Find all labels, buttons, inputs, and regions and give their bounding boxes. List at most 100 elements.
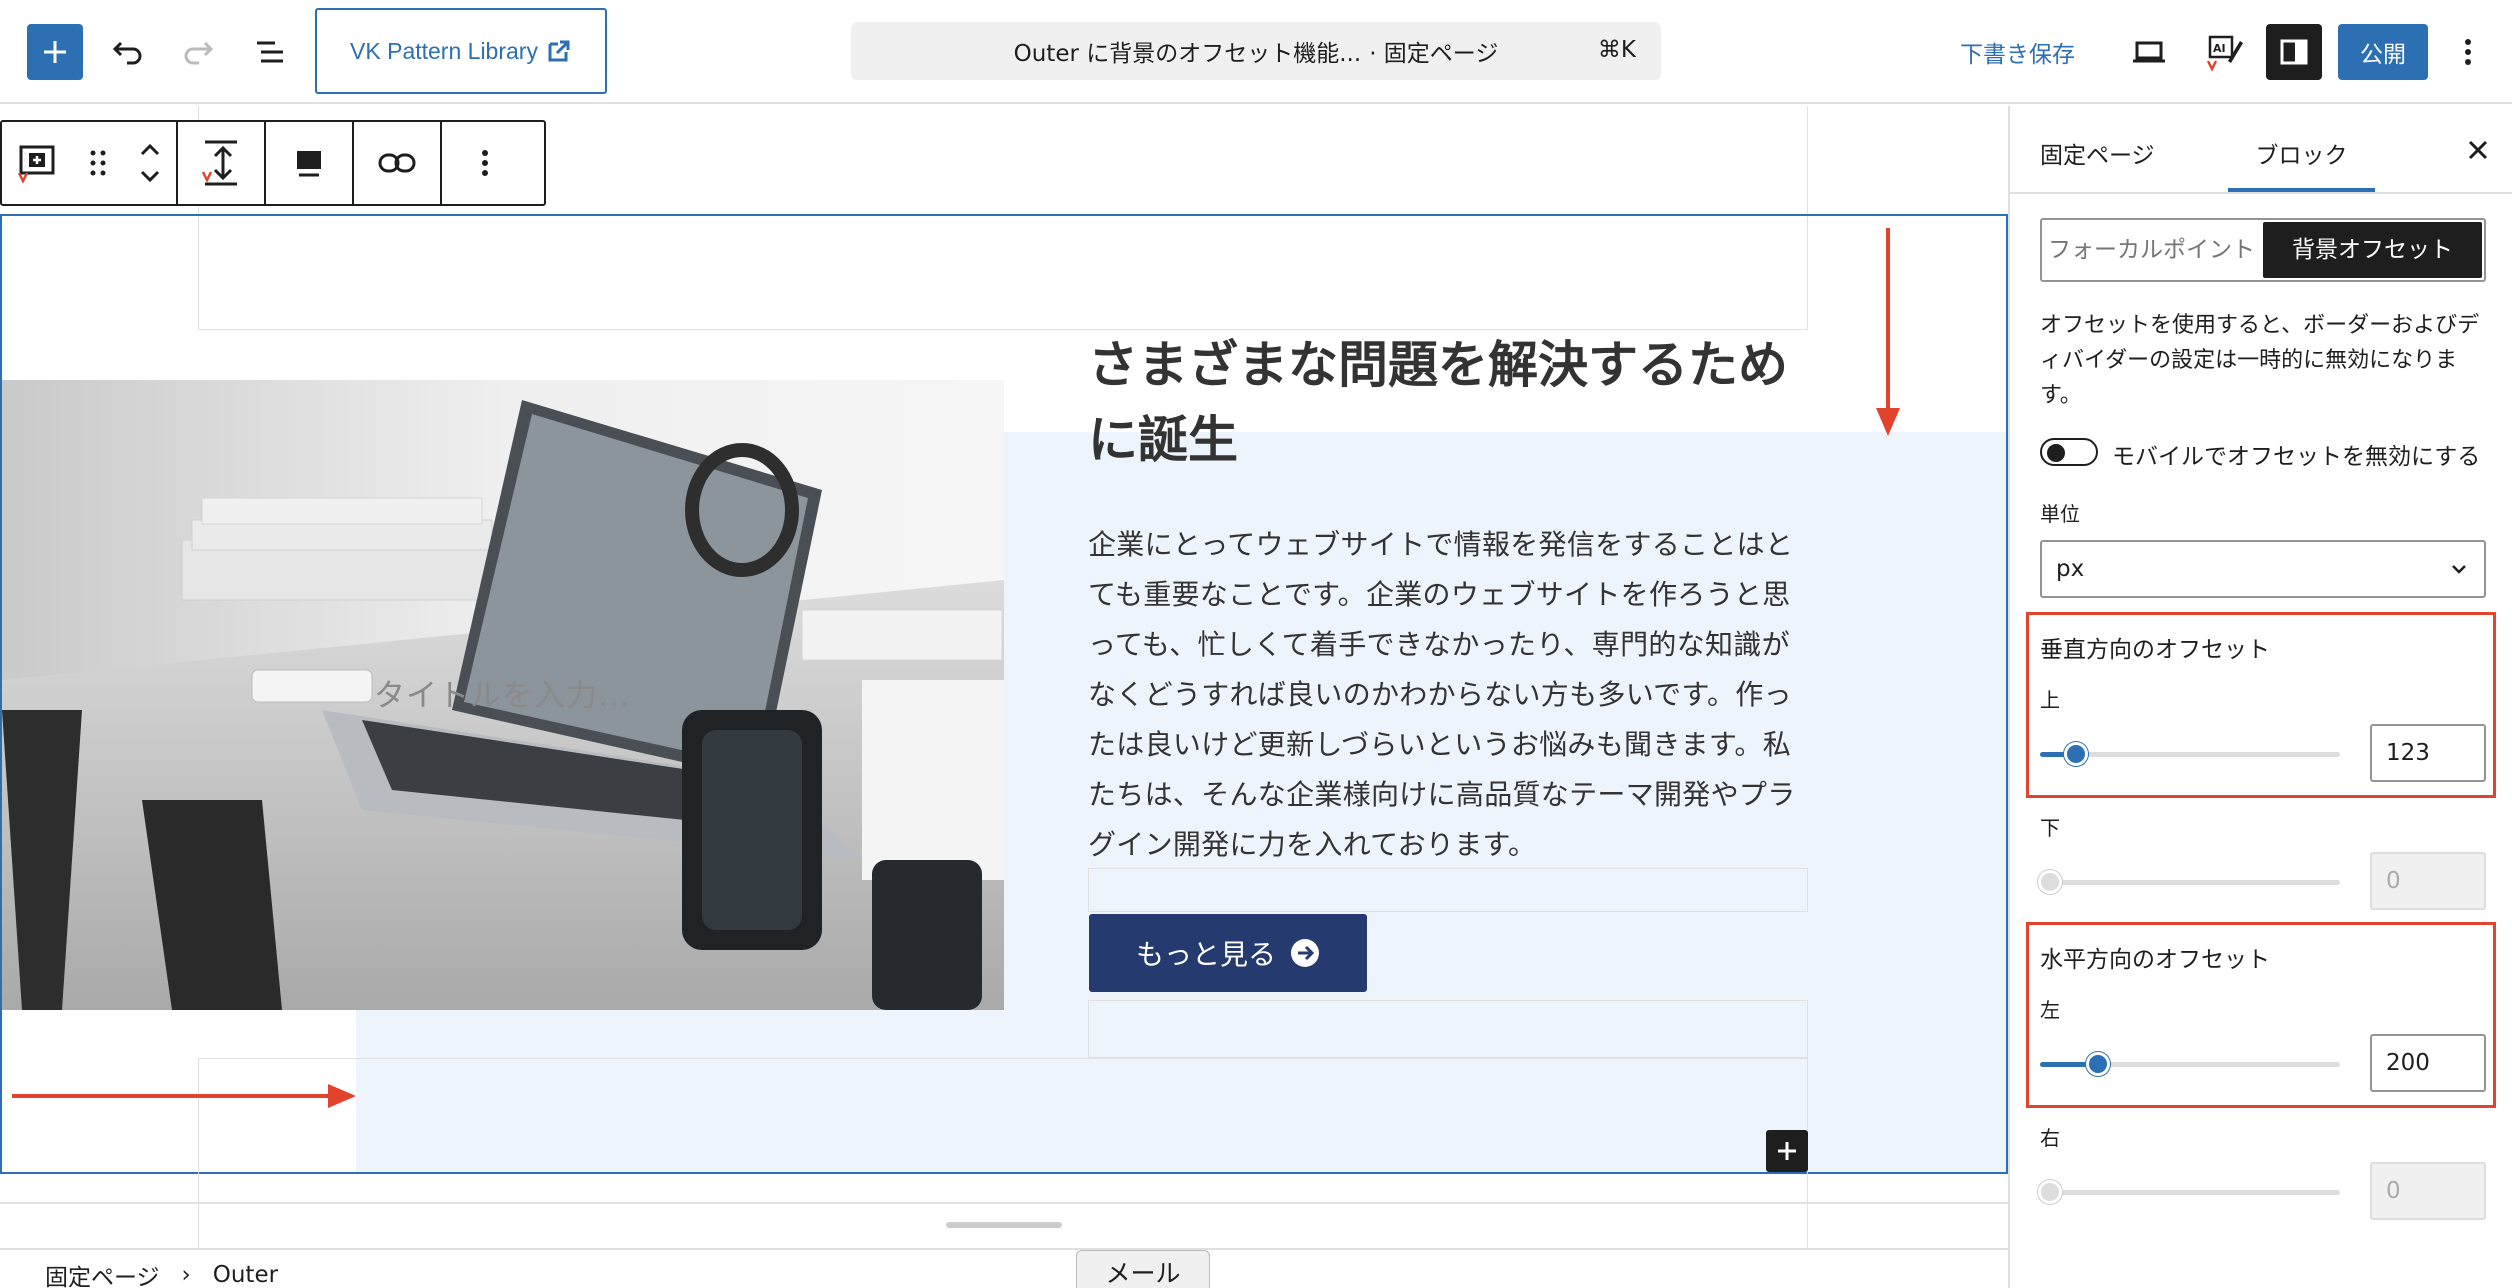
left-offset-slider[interactable] [2040,1052,2340,1076]
slider-thumb[interactable] [2038,870,2062,894]
unit-select[interactable]: px [2040,540,2486,598]
segment-background-offset[interactable]: 背景オフセット [2263,222,2482,278]
settings-sidebar: 固定ページ ブロック フォーカルポイント 背景オフセット オフセットを使用すると… [2008,106,2512,1288]
document-type: · 固定ページ [1369,41,1499,67]
sidebar-divider [2010,192,2512,194]
add-block-button[interactable] [1766,1130,1808,1172]
settings-toggle-button[interactable] [2266,24,2322,80]
vk-pattern-library-label: VK Pattern Library [350,37,538,64]
slider-thumb[interactable] [2064,742,2088,766]
redo-button[interactable] [170,24,226,80]
more-vertical-icon [482,150,488,176]
section-body-text[interactable]: 企業にとってウェブサイトで情報を発信をすることはとても重要なことです。企業のウェ… [1088,520,1810,870]
command-shortcut: ⌘K [1597,37,1636,63]
focal-offset-segmented-control: フォーカルポイント 背景オフセット [2040,218,2486,282]
move-up-down-button[interactable] [124,122,176,204]
resize-handle[interactable] [946,1222,1062,1228]
list-view-icon [257,41,283,63]
content-width-button[interactable] [266,122,352,204]
offset-note: オフセットを使用すると、ボーダーおよびディバイダーの設定は一時的に無効になります… [2040,313,2480,408]
vertical-align-icon [201,140,237,186]
chevron-up-down-icon [140,143,160,183]
document-title: Outer に背景のオフセット機能... [1013,41,1362,67]
left-offset-label: 左 [2040,998,2060,1022]
tab-page[interactable]: 固定ページ [2040,136,2155,170]
save-draft-button[interactable]: 下書き保存 [1960,30,2075,74]
link-icon [378,153,416,173]
sidebar-icon [2280,39,2308,65]
tab-block[interactable]: ブロック [2214,136,2389,170]
options-menu-button[interactable] [2440,24,2496,80]
breadcrumb: 固定ページ › Outer [45,1258,278,1288]
bottom-offset-input[interactable]: 0 [2370,852,2486,910]
chevron-down-icon [2452,565,2466,574]
segment-focal-point[interactable]: フォーカルポイント [2042,220,2261,280]
mobile-offset-toggle[interactable] [2040,438,2098,466]
block-breadcrumb-bar: 固定ページ › Outer [0,1248,2008,1288]
top-offset-slider[interactable] [2040,742,2340,766]
more-button[interactable]: もっと見る [1089,914,1367,992]
unit-label: 単位 [2040,502,2080,526]
slider-thumb[interactable] [2038,1180,2062,1204]
top-offset-label: 上 [2040,688,2060,712]
mobile-offset-toggle-label: モバイルでオフセットを無効にする [2112,444,2481,470]
close-sidebar-button[interactable] [2460,132,2496,168]
block-width-icon [297,151,321,177]
more-vertical-icon [2465,39,2471,65]
plus-icon [44,41,66,63]
block-type-button[interactable] [2,122,72,204]
external-link-icon [548,40,570,62]
top-offset-input[interactable]: 123 [2370,724,2486,782]
ai-pen-icon: AI [2206,35,2243,72]
options-group [442,122,528,204]
mail-tab[interactable]: メール [1076,1250,1210,1288]
breadcrumb-separator: › [181,1262,191,1288]
block-inserter-button[interactable] [27,24,83,80]
drag-handle[interactable] [72,122,124,204]
link-button[interactable] [354,122,440,204]
vk-outer-block-icon [17,145,55,184]
editor-top-bar: VK Pattern Library Outer に背景のオフセット機能... … [0,0,2512,104]
plus-icon [1778,1142,1796,1160]
left-offset-input[interactable]: 200 [2370,1034,2486,1092]
close-icon [2468,140,2488,160]
command-palette-button[interactable]: Outer に背景のオフセット機能... · 固定ページ ⌘K [851,22,1661,80]
block-type-group [2,122,178,204]
arrow-circle-right-icon [1291,939,1319,967]
image-title-placeholder[interactable]: タイトルを入力... [374,670,631,715]
horizontal-offset-arrow [12,1084,356,1108]
breadcrumb-item-outer[interactable]: Outer [213,1262,278,1288]
vertical-offset-arrow [1876,228,1900,436]
horizontal-offset-title: 水平方向のオフセット [2040,947,2270,973]
more-button-label: もっと見る [1135,938,1276,971]
preview-button[interactable] [2120,24,2178,80]
empty-paragraph-block[interactable] [1088,1000,1808,1058]
drag-handle-icon [90,150,106,176]
publish-button[interactable]: 公開 [2338,24,2428,80]
vertical-spacing-button[interactable] [178,122,264,204]
block-options-button[interactable] [442,122,528,204]
empty-spacer-block[interactable] [198,1058,1808,1248]
right-offset-input[interactable]: 0 [2370,1162,2486,1220]
section-heading[interactable]: さまざまな問題を解決するために誕生 [1088,328,1818,478]
right-offset-label: 右 [2040,1126,2060,1150]
block-toolbar [0,120,546,206]
redo-icon [184,41,214,65]
breadcrumb-item-page[interactable]: 固定ページ [45,1258,160,1288]
undo-icon [112,41,142,65]
document-overview-button[interactable] [242,24,298,80]
bottom-offset-slider[interactable] [2038,870,2340,894]
bottom-offset-label: 下 [2040,816,2060,840]
right-offset-slider[interactable] [2038,1180,2340,1204]
unit-select-value: px [2056,556,2085,582]
block-settings-group [178,122,266,204]
canvas-divider [0,1202,2008,1204]
ai-assistant-button[interactable]: AI [2196,24,2254,80]
editor-canvas: タイトルを入力... さまざまな問題を解決するために誕生 企業にとってウェブサイ… [0,106,2008,1248]
link-group [354,122,442,204]
slider-thumb[interactable] [2086,1052,2110,1076]
empty-paragraph-block[interactable] [1088,868,1808,912]
vk-pattern-library-button[interactable]: VK Pattern Library [315,8,607,94]
layout-group [266,122,354,204]
undo-button[interactable] [100,24,156,80]
